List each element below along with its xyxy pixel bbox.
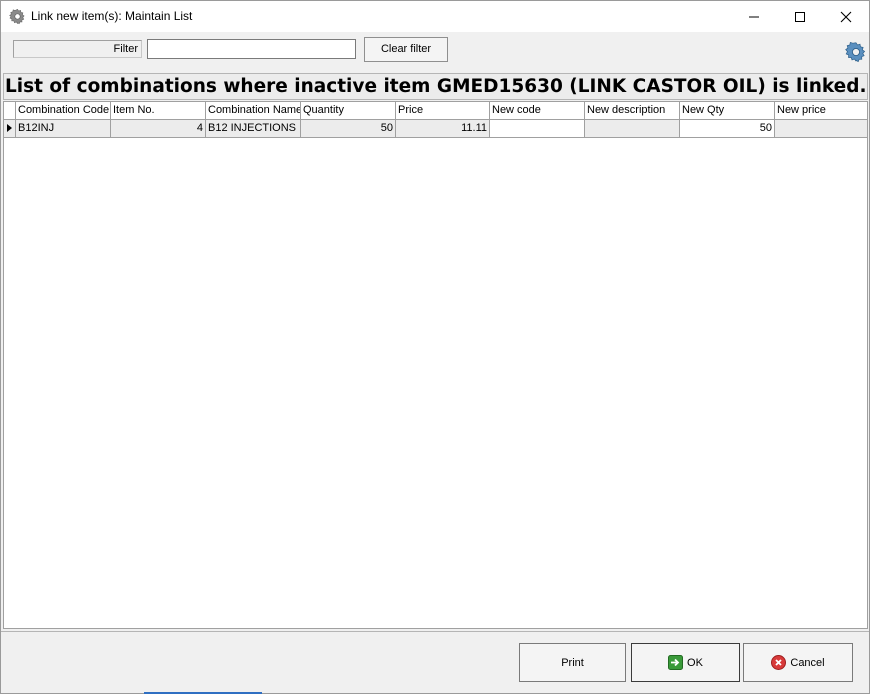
cell-new-price[interactable] <box>775 120 868 138</box>
column-header-combination-name[interactable]: Combination Name <box>206 102 301 120</box>
row-pointer-icon <box>7 124 12 132</box>
maximize-icon <box>795 11 805 22</box>
row-indicator-header <box>4 102 16 120</box>
window-title: Link new item(s): Maintain List <box>31 9 193 23</box>
cell-item-no[interactable]: 4 <box>111 120 206 138</box>
column-header-new-qty[interactable]: New Qty <box>680 102 775 120</box>
cell-price[interactable]: 11.11 <box>396 120 490 138</box>
print-button[interactable]: Print <box>519 643 626 682</box>
clear-filter-button[interactable]: Clear filter <box>364 37 448 62</box>
minimize-icon <box>749 16 759 17</box>
cancel-button[interactable]: Cancel <box>743 643 853 682</box>
maximize-button[interactable] <box>777 1 823 32</box>
cell-new-code[interactable] <box>490 120 585 138</box>
gear-icon <box>9 8 25 25</box>
column-header-price[interactable]: Price <box>396 102 490 120</box>
print-button-label: Print <box>561 656 584 669</box>
column-header-new-code[interactable]: New code <box>490 102 585 120</box>
cell-quantity[interactable]: 50 <box>301 120 396 138</box>
cancel-circle-icon <box>771 655 787 670</box>
cell-new-qty[interactable]: 50 <box>680 120 775 138</box>
arrow-right-icon <box>668 655 684 670</box>
title-bar[interactable]: Link new item(s): Maintain List <box>1 1 869 32</box>
column-header-quantity[interactable]: Quantity <box>301 102 396 120</box>
cell-combination-code[interactable]: B12INJ <box>16 120 111 138</box>
ok-button[interactable]: OK <box>631 643 740 682</box>
column-header-new-price[interactable]: New price <box>775 102 868 120</box>
column-header-new-description[interactable]: New description <box>585 102 680 120</box>
dialog-window: Link new item(s): Maintain List Filter C… <box>0 0 870 694</box>
table-row[interactable]: B12INJ 4 B12 INJECTIONS 50 11.11 50 <box>4 120 868 138</box>
settings-gear-icon[interactable] <box>845 41 867 63</box>
filter-bar: Filter Clear filter <box>1 32 869 71</box>
cell-combination-name[interactable]: B12 INJECTIONS <box>206 120 301 138</box>
filter-label: Filter <box>13 40 142 58</box>
combinations-grid[interactable]: Combination Code Item No. Combination Na… <box>3 101 868 629</box>
close-button[interactable] <box>823 1 869 32</box>
column-header-item-no[interactable]: Item No. <box>111 102 206 120</box>
close-icon <box>840 11 852 22</box>
minimize-button[interactable] <box>731 1 777 32</box>
grid-header-row: Combination Code Item No. Combination Na… <box>4 102 868 120</box>
cancel-button-label: Cancel <box>790 656 825 669</box>
ok-button-label: OK <box>687 656 703 669</box>
list-heading: List of combinations where inactive item… <box>3 73 868 100</box>
row-indicator[interactable] <box>4 120 16 138</box>
footer-divider <box>1 631 869 632</box>
filter-input[interactable] <box>147 39 356 59</box>
cell-new-description[interactable] <box>585 120 680 138</box>
column-header-combination-code[interactable]: Combination Code <box>16 102 111 120</box>
